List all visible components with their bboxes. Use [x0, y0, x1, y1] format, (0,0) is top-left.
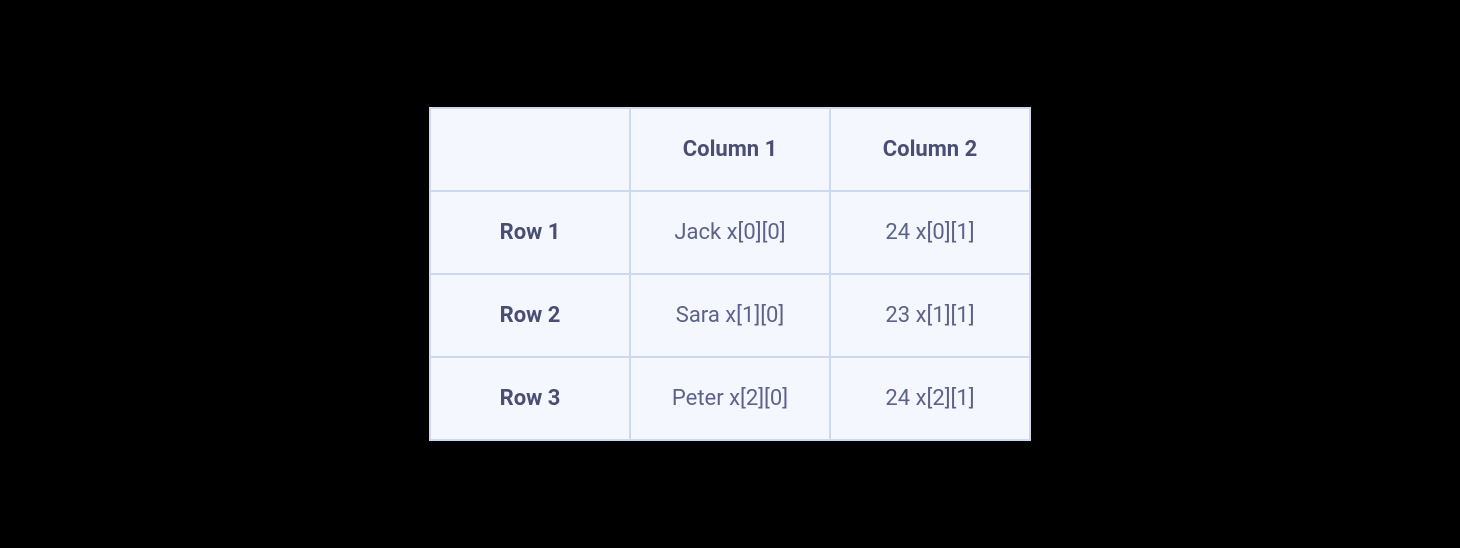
column-header-1: Column 1 [630, 108, 830, 191]
row-label-3: Row 3 [430, 357, 630, 440]
table-row: Row 1 Jack x[0][0] 24 x[0][1] [430, 191, 1030, 274]
row-label-2: Row 2 [430, 274, 630, 357]
table-cell: Sara x[1][0] [630, 274, 830, 357]
table-cell: Jack x[0][0] [630, 191, 830, 274]
table-cell: 24 x[2][1] [830, 357, 1030, 440]
table-row: Row 3 Peter x[2][0] 24 x[2][1] [430, 357, 1030, 440]
data-table: Column 1 Column 2 Row 1 Jack x[0][0] 24 … [429, 107, 1031, 441]
row-label-1: Row 1 [430, 191, 630, 274]
table-cell: 23 x[1][1] [830, 274, 1030, 357]
table-row: Row 2 Sara x[1][0] 23 x[1][1] [430, 274, 1030, 357]
table-corner-cell [430, 108, 630, 191]
table-cell: 24 x[0][1] [830, 191, 1030, 274]
column-header-2: Column 2 [830, 108, 1030, 191]
table-cell: Peter x[2][0] [630, 357, 830, 440]
table-header-row: Column 1 Column 2 [430, 108, 1030, 191]
